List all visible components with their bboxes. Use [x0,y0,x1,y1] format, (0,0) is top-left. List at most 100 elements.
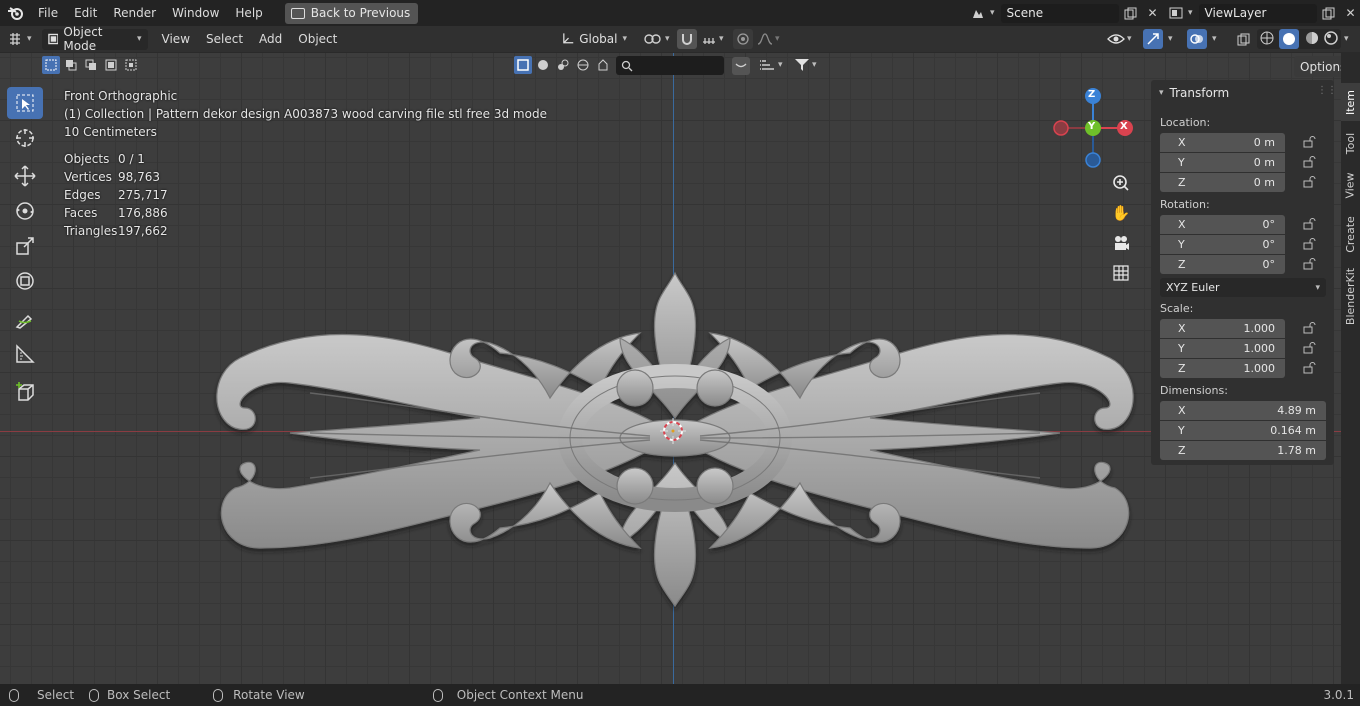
lock-location-x-icon[interactable] [1303,136,1317,148]
asset-display-button[interactable] [732,57,750,75]
scale-y-field[interactable]: Y 1.000 [1160,339,1285,358]
rotation-mode-dropdown[interactable]: XYZ Euler ▾ [1160,278,1326,297]
zoom-icon[interactable] [1108,170,1134,196]
object-mode-dropdown[interactable]: Object Mode ▾ [41,25,148,53]
blender-logo-icon[interactable] [0,0,30,26]
scale-tool-button[interactable] [7,230,43,262]
scale-x-field[interactable]: X 1.000 [1160,319,1285,338]
menu-edit[interactable]: Edit [66,2,105,24]
collapse-chevron-icon[interactable]: ▾ [1159,88,1164,98]
solid-shading-icon[interactable] [1279,29,1300,49]
navigation-gizmo[interactable]: Z X Y [1053,87,1135,169]
dimension-y-field[interactable]: Y 0.164 m [1160,421,1326,440]
back-to-previous-button[interactable]: Back to Previous [284,2,419,24]
select-extend-icon[interactable] [62,56,80,74]
3d-viewport[interactable]: ▾ ▾ Options▾ [0,53,1341,684]
shading-options-chevron-icon[interactable]: ▾ [1344,34,1349,44]
asset-search-input[interactable] [616,56,724,75]
proportional-editing-button[interactable] [733,29,753,49]
scale-z-field[interactable]: Z 1.000 [1160,359,1285,378]
overlays-toggle-button[interactable] [1187,29,1207,49]
location-y-field[interactable]: Y0 m [1160,153,1285,172]
close-view-layer-icon[interactable]: ✕ [1341,3,1360,23]
add-cube-tool-button[interactable] [7,376,43,408]
new-scene-icon[interactable] [1121,3,1141,23]
lock-scale-z-icon[interactable] [1303,362,1317,374]
snap-toggle-button[interactable] [677,29,697,49]
select-subtract-icon[interactable] [82,56,100,74]
camera-view-icon[interactable] [1108,230,1134,256]
annotate-tool-button[interactable] [7,303,43,335]
lock-scale-y-icon[interactable] [1303,342,1317,354]
cursor-tool-button[interactable] [7,122,43,154]
filter-material-icon[interactable] [534,56,552,74]
tab-view[interactable]: View [1341,165,1360,205]
wireframe-shading-icon[interactable] [1260,31,1274,48]
falloff-dropdown[interactable]: ▾ [757,33,780,45]
menu-render[interactable]: Render [105,2,164,24]
rotation-y-field[interactable]: Y 0° [1160,235,1285,254]
gizmo-toggle-button[interactable] [1143,29,1163,49]
menu-help[interactable]: Help [227,2,270,24]
scene-name-field[interactable]: Scene [1000,3,1119,23]
lock-rotation-x-icon[interactable] [1303,218,1317,230]
lock-scale-x-icon[interactable] [1303,322,1317,334]
menu-file[interactable]: File [30,2,66,24]
close-scene-icon[interactable]: ✕ [1143,3,1163,23]
select-intersect-icon[interactable] [122,56,140,74]
gizmo-options-chevron-icon[interactable]: ▾ [1168,34,1173,44]
visibility-dropdown[interactable]: ▾ [1107,32,1132,46]
gizmo-y-label[interactable]: Y [1088,121,1095,132]
dimension-x-field[interactable]: X 4.89 m [1160,401,1326,420]
material-preview-icon[interactable] [1305,31,1319,48]
filter-dropdown[interactable]: ▾ [794,58,817,72]
move-tool-button[interactable] [7,160,43,192]
lock-rotation-y-icon[interactable] [1303,238,1317,250]
rotate-tool-button[interactable] [7,195,43,227]
view-layer-selector-icon[interactable] [1166,3,1186,23]
snap-target-dropdown[interactable]: ▾ [701,32,724,46]
xray-toggle-button[interactable] [1234,30,1252,48]
lock-location-y-icon[interactable] [1303,156,1317,168]
select-new-icon[interactable] [42,56,60,74]
lock-rotation-z-icon[interactable] [1303,258,1317,270]
lock-location-z-icon[interactable] [1303,176,1317,188]
measure-tool-button[interactable] [7,338,43,370]
tab-item[interactable]: Item [1341,83,1360,121]
rotation-x-field[interactable]: X 0° [1160,215,1285,234]
transform-panel-header[interactable]: ▾ Transform [1159,86,1229,100]
dimension-z-field[interactable]: Z 1.78 m [1160,441,1326,460]
location-z-field[interactable]: Z0 m [1160,173,1285,192]
gizmo-z-label[interactable]: Z [1088,89,1095,100]
menu-view[interactable]: View [154,26,198,53]
scene-selector-icon[interactable] [968,3,988,23]
filter-mesh-icon[interactable] [514,56,532,74]
view-layer-field[interactable]: ViewLayer [1198,3,1317,23]
tab-create[interactable]: Create [1341,209,1360,259]
options-dropdown[interactable]: Options▾ [1294,56,1341,77]
select-tool-button[interactable] [7,87,43,119]
location-x-field[interactable]: X0 m [1160,133,1285,152]
tab-blenderkit[interactable]: BlenderKit [1341,263,1360,329]
menu-object[interactable]: Object [290,26,345,53]
select-invert-icon[interactable] [102,56,120,74]
rendered-shading-icon[interactable] [1324,30,1338,48]
editor-type-selector[interactable]: ▾ [8,32,32,46]
menu-select[interactable]: Select [198,26,251,53]
drag-handle-icon[interactable]: ⋮⋮ [1317,85,1337,96]
filter-hdri-icon[interactable] [594,56,612,74]
rotation-z-field[interactable]: Z 0° [1160,255,1285,274]
new-view-layer-icon[interactable] [1319,3,1339,23]
pan-hand-icon[interactable]: ✋ [1108,200,1134,226]
filter-texture-icon[interactable] [554,56,572,74]
sort-dropdown[interactable]: ▾ [760,58,783,72]
menu-window[interactable]: Window [164,2,227,24]
filter-world-icon[interactable] [574,56,592,74]
overlays-options-chevron-icon[interactable]: ▾ [1212,34,1217,44]
menu-add[interactable]: Add [251,26,290,53]
ortho-grid-icon[interactable] [1108,260,1134,286]
transform-tool-button[interactable] [7,265,43,297]
pivot-point-dropdown[interactable]: ▾ [643,32,670,46]
gizmo-x-label[interactable]: X [1120,121,1128,132]
tab-tool[interactable]: Tool [1341,125,1360,161]
